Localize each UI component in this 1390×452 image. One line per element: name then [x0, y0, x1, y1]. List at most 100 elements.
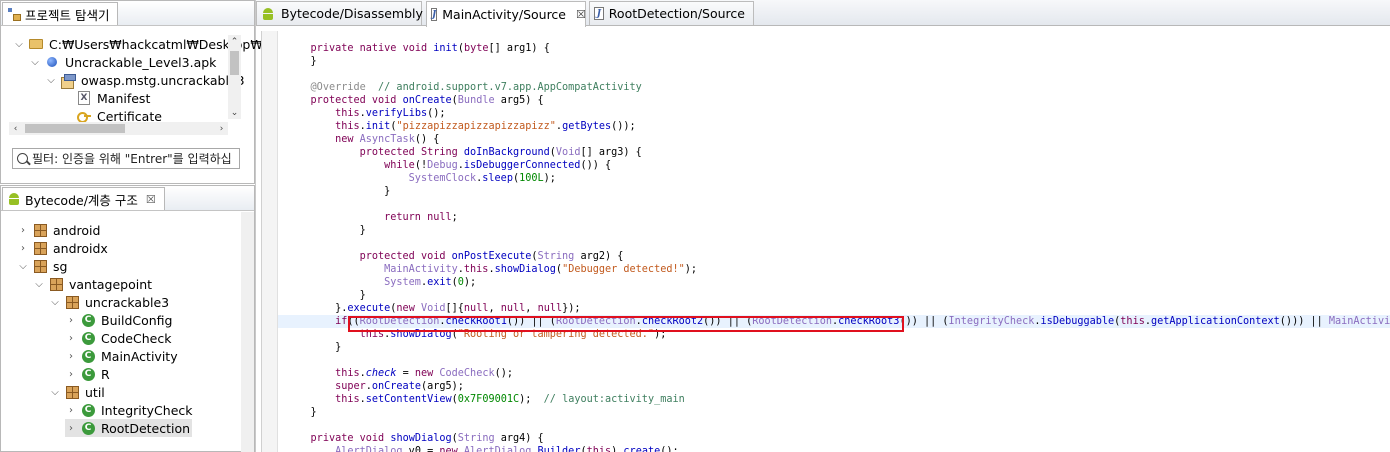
tab-bytecode-disassembly[interactable]: Bytecode/Disassembly [256, 1, 423, 25]
code-line[interactable]: @Override // android.support.v7.app.AppC… [286, 81, 1390, 94]
code-line[interactable]: System.exit(0); [286, 276, 1390, 289]
chevron-right-icon[interactable]: › [17, 225, 29, 236]
code-line[interactable]: this.check = new CodeCheck(); [286, 367, 1390, 380]
code-line[interactable]: this.verifyLibs(); [286, 107, 1390, 120]
code-line[interactable]: this.init("pizzapizzapizzapizzapizz".get… [286, 120, 1390, 133]
scroll-down-arrow-icon[interactable]: ⌄ [228, 106, 241, 119]
package-box-icon [33, 223, 47, 237]
tree-item-buildconfig[interactable]: › C BuildConfig [65, 311, 172, 329]
tree-item-manifest[interactable]: X Manifest [77, 89, 150, 107]
code-line[interactable]: while(!Debug.isDebuggerConnected()) { [286, 159, 1390, 172]
chevron-down-icon[interactable]: ⌵ [17, 261, 29, 272]
code-line[interactable]: this.setContentView(0x7F09001C); // layo… [286, 393, 1390, 406]
class-icon: C [81, 421, 95, 435]
code-line[interactable]: } [286, 55, 1390, 68]
hierarchy-pane: Bytecode/계층 구조 ☒ › android › androidx ⌵ … [0, 185, 255, 452]
code-line[interactable]: protected void onPostExecute(String arg2… [286, 250, 1390, 263]
chevron-down-icon[interactable]: ⌵ [13, 39, 25, 50]
tree-item-label: BuildConfig [101, 312, 173, 328]
hierarchy-tab[interactable]: Bytecode/계층 구조 ☒ [2, 187, 165, 210]
chevron-right-icon[interactable]: › [65, 315, 77, 326]
code-line[interactable]: private void showDialog(String arg4) { [286, 432, 1390, 445]
tree-item-label: util [85, 384, 105, 400]
code-line[interactable]: AlertDialog v0 = new AlertDialog.Builder… [286, 445, 1390, 452]
code-line[interactable]: private native void init(byte[] arg1) { [286, 42, 1390, 55]
code-editor[interactable]: private native void init(byte[] arg1) { … [261, 31, 1390, 452]
apk-icon [45, 55, 59, 69]
tree-item-mainactivity[interactable]: › C MainActivity [65, 347, 178, 365]
class-icon: C [81, 331, 95, 345]
explorer-vertical-scrollbar[interactable]: ⌃ ⌄ [228, 35, 241, 119]
chevron-down-icon[interactable]: ⌵ [49, 387, 61, 398]
chevron-right-icon[interactable]: › [17, 243, 29, 254]
close-icon[interactable]: ☒ [146, 193, 156, 206]
tree-item-android[interactable]: › android [17, 221, 100, 239]
code-line[interactable]: protected void onCreate(Bundle arg5) { [286, 94, 1390, 107]
code-line[interactable]: new AsyncTask() { [286, 133, 1390, 146]
code-line[interactable] [286, 198, 1390, 211]
tree-item-rootdetection[interactable]: › C RootDetection [65, 419, 193, 437]
tree-item-vantagepoint[interactable]: ⌵ vantagepoint [33, 275, 152, 293]
code-line[interactable] [286, 237, 1390, 250]
scroll-right-arrow-icon[interactable]: › [215, 122, 228, 135]
chevron-down-icon[interactable]: ⌵ [45, 75, 57, 86]
scroll-thumb[interactable] [25, 124, 125, 133]
chevron-right-icon[interactable]: › [65, 369, 77, 380]
chevron-right-icon[interactable]: › [65, 351, 77, 362]
tab-rootdetection-source[interactable]: J RootDetection/Source [589, 1, 754, 25]
close-icon[interactable]: ☒ [576, 8, 586, 21]
root-check-highlight-box [348, 316, 904, 332]
package-box-icon [49, 277, 63, 291]
scroll-thumb[interactable] [230, 51, 239, 75]
scroll-up-arrow-icon[interactable]: ⌃ [228, 35, 241, 48]
editor-area: Bytecode/Disassembly J MainActivity/Sour… [256, 0, 1390, 452]
code-line[interactable]: super.onCreate(arg5); [286, 380, 1390, 393]
code-line[interactable]: SystemClock.sleep(100L); [286, 172, 1390, 185]
tree-item-label: CodeCheck [101, 330, 172, 346]
code-line[interactable]: } [286, 185, 1390, 198]
tree-item-apk[interactable]: ⌵ Uncrackable_Level3.apk [29, 53, 216, 71]
code-line[interactable]: return null; [286, 211, 1390, 224]
code-line[interactable]: } [286, 289, 1390, 302]
tab-label: MainActivity/Source [442, 7, 566, 22]
tree-item-util[interactable]: ⌵ util [49, 383, 105, 401]
code-line[interactable] [286, 354, 1390, 367]
hierarchy-title: Bytecode/계층 구조 [25, 192, 138, 208]
class-icon: C [81, 313, 95, 327]
scroll-left-arrow-icon[interactable]: ‹ [9, 122, 22, 135]
code-line[interactable]: protected String doInBackground(Void[] a… [286, 146, 1390, 159]
tree-item-codecheck[interactable]: › C CodeCheck [65, 329, 171, 347]
package-box-icon [65, 385, 79, 399]
tree-item-label: MainActivity [101, 348, 178, 364]
code-line[interactable] [286, 68, 1390, 81]
code-line[interactable]: } [286, 224, 1390, 237]
chevron-right-icon[interactable]: › [65, 405, 77, 416]
tree-item-integritycheck[interactable]: › C IntegrityCheck [65, 401, 193, 419]
tree-item-label: android [53, 222, 101, 238]
package-box-icon [65, 295, 79, 309]
tree-item-package[interactable]: ⌵ owasp.mstg.uncrackable3 [45, 71, 245, 89]
code-line[interactable]: } [286, 341, 1390, 354]
chevron-down-icon[interactable]: ⌵ [29, 57, 41, 68]
chevron-down-icon[interactable]: ⌵ [49, 297, 61, 308]
source-code[interactable]: private native void init(byte[] arg1) { … [286, 42, 1390, 452]
code-line[interactable] [286, 419, 1390, 432]
chevron-down-icon[interactable]: ⌵ [33, 279, 45, 290]
hierarchy-vertical-scrollbar[interactable] [241, 212, 254, 452]
explorer-horizontal-scrollbar[interactable]: ‹ › [9, 122, 228, 135]
tree-item-androidx[interactable]: › androidx [17, 239, 108, 257]
tree-item-r[interactable]: › C R [65, 365, 110, 383]
tree-item-uncrackable3[interactable]: ⌵ uncrackable3 [49, 293, 169, 311]
tree-item-sg[interactable]: ⌵ sg [17, 257, 67, 275]
chevron-right-icon[interactable]: › [65, 423, 77, 434]
code-line[interactable]: } [286, 406, 1390, 419]
filter-input[interactable]: 필터: 인증을 위해 "Entrer"를 입력하십 [12, 148, 240, 169]
filter-placeholder: 필터: 인증을 위해 "Entrer"를 입력하십 [32, 152, 232, 166]
code-line[interactable]: MainActivity.this.showDialog("Debugger d… [286, 263, 1390, 276]
project-explorer-tab[interactable]: 프로젝트 탐색기 [2, 2, 119, 25]
android-icon [7, 192, 21, 206]
chevron-right-icon[interactable]: › [65, 333, 77, 344]
tab-mainactivity-source[interactable]: J MainActivity/Source ☒ [426, 1, 586, 27]
project-explorer-icon [7, 7, 21, 21]
code-line[interactable]: }.execute(new Void[]{null, null, null}); [286, 302, 1390, 315]
